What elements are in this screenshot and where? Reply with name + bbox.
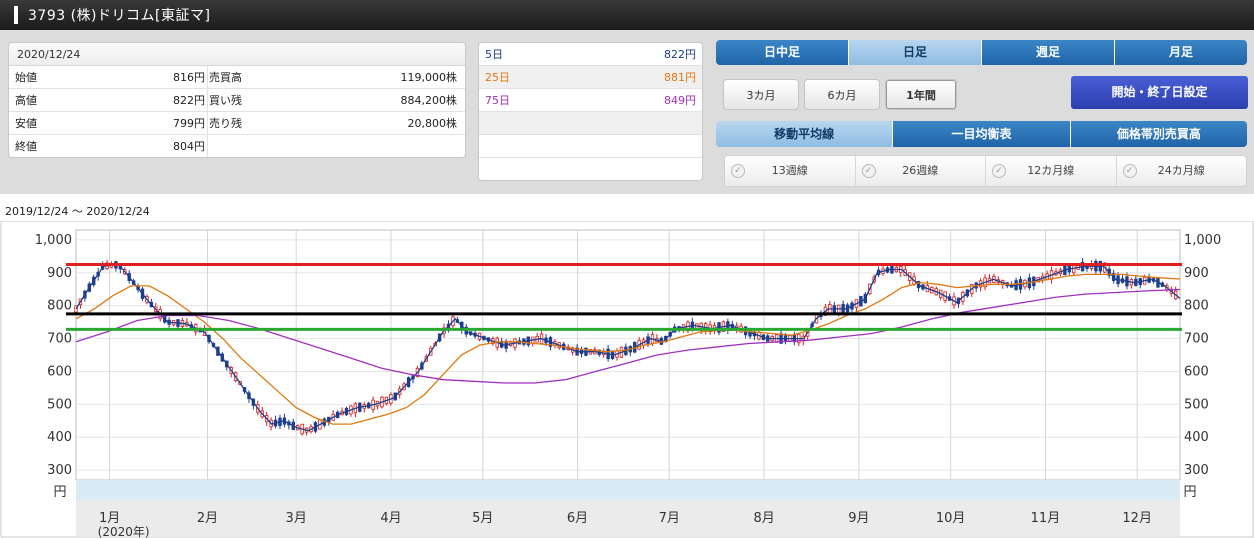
y-tick-label-left: 1,000 bbox=[35, 233, 72, 248]
month-label: 8月 bbox=[753, 511, 774, 526]
quote-label: 終値 bbox=[15, 140, 37, 153]
ma-row-5: 5日 822円 bbox=[479, 43, 702, 66]
quote-value: 816円 bbox=[173, 71, 205, 84]
month-label: 7月 bbox=[659, 511, 680, 526]
quote-value: 799円 bbox=[173, 117, 205, 130]
month-label: 5月 bbox=[472, 511, 493, 526]
y-tick-label-left: 300 bbox=[47, 463, 72, 478]
long-term-line-options: ✓ 13週線 ✓ 26週線 ✓ 12カ月線 ✓ 24カ月線 bbox=[724, 155, 1247, 187]
tab-monthly[interactable]: 月足 bbox=[1115, 40, 1247, 65]
month-label: 11月 bbox=[1031, 511, 1061, 526]
checkbox-24-month-line[interactable]: ✓ 24カ月線 bbox=[1117, 156, 1247, 186]
tab-moving-average[interactable]: 移動平均線 bbox=[716, 121, 894, 147]
ma-label: 25日 bbox=[485, 71, 510, 84]
tab-weekly[interactable]: 週足 bbox=[982, 40, 1115, 65]
ma-value: 822円 bbox=[664, 48, 696, 61]
chart-date-range: 2019/12/24 ～ 2020/12/24 bbox=[5, 205, 150, 218]
ma-row-empty bbox=[479, 135, 702, 158]
quote-label: 売り残 bbox=[209, 117, 242, 130]
month-label: 6月 bbox=[567, 511, 588, 526]
check-icon: ✓ bbox=[861, 164, 876, 178]
checkbox-label: 12カ月線 bbox=[1027, 164, 1075, 177]
unit-label-left: 円 bbox=[53, 485, 66, 500]
year-label: (2020年) bbox=[98, 525, 150, 538]
tab-daily[interactable]: 日足 bbox=[849, 40, 982, 65]
month-label: 12月 bbox=[1122, 511, 1152, 526]
check-icon: ✓ bbox=[731, 164, 745, 178]
month-label: 9月 bbox=[848, 511, 869, 526]
y-tick-label-left: 700 bbox=[47, 332, 72, 347]
y-tick-label-right: 700 bbox=[1184, 332, 1209, 347]
checkbox-label: 13週線 bbox=[771, 164, 808, 177]
quote-label: 始値 bbox=[15, 71, 37, 84]
range-1-year-button[interactable]: 1年間 bbox=[885, 79, 957, 110]
y-tick-label-left: 600 bbox=[47, 364, 72, 379]
month-label: 4月 bbox=[380, 511, 401, 526]
quote-value: 822円 bbox=[173, 94, 205, 107]
checkbox-26-week-line[interactable]: ✓ 26週線 bbox=[856, 156, 986, 186]
ma-value: 849円 bbox=[664, 94, 696, 107]
date-range-setting-button[interactable]: 開始・終了日設定 bbox=[1071, 76, 1248, 109]
y-tick-label-right: 500 bbox=[1184, 397, 1209, 412]
month-label: 3月 bbox=[286, 511, 307, 526]
quote-row-low: 安値 799円 売り残 20,800株 bbox=[9, 112, 465, 135]
check-icon: ✓ bbox=[992, 164, 1006, 178]
y-tick-label-right: 800 bbox=[1184, 299, 1209, 314]
indicator-tabs: 移動平均線 一目均衡表 価格帯別売買高 bbox=[716, 121, 1247, 147]
quote-label: 買い残 bbox=[209, 94, 242, 107]
check-icon: ✓ bbox=[1122, 164, 1137, 178]
y-tick-label-right: 400 bbox=[1184, 430, 1209, 445]
price-chart: 1,000 1,000 900 900 800 800 700 700 600 600 500 500… bbox=[0, 221, 1254, 538]
y-tick-label-left: 800 bbox=[47, 299, 72, 314]
y-tick-label-right: 600 bbox=[1184, 364, 1209, 379]
title-accent-bar bbox=[14, 6, 18, 24]
ma-row-empty bbox=[479, 112, 702, 135]
y-tick-label-left: 500 bbox=[47, 397, 72, 412]
quote-panel: 2020/12/24 始値 816円 売買高 119,000株 高値 822円 … bbox=[8, 42, 466, 158]
quote-row-open: 始値 816円 売買高 119,000株 bbox=[9, 66, 465, 89]
quote-label: 売買高 bbox=[209, 71, 242, 84]
y-tick-label-left: 900 bbox=[47, 266, 72, 281]
quote-date: 2020/12/24 bbox=[9, 43, 465, 66]
tab-ichimoku[interactable]: 一目均衡表 bbox=[893, 121, 1071, 147]
unit-label-right: 円 bbox=[1183, 485, 1196, 500]
range-3-months-button[interactable]: 3カ月 bbox=[723, 79, 799, 110]
month-label: 1月 bbox=[99, 511, 120, 526]
checkbox-label: 26週線 bbox=[902, 164, 939, 177]
ma-row-25: 25日 881円 bbox=[479, 66, 702, 89]
quote-value: 884,200株 bbox=[400, 94, 458, 107]
checkbox-label: 24カ月線 bbox=[1157, 164, 1205, 177]
quote-value: 20,800株 bbox=[407, 117, 458, 130]
ma-label: 75日 bbox=[485, 94, 510, 107]
title-bar: 3793 (株)ドリコム[東証マ] bbox=[0, 0, 1254, 30]
y-tick-label-right: 900 bbox=[1184, 266, 1209, 281]
month-axis-band bbox=[76, 500, 1180, 537]
tab-volume-by-price[interactable]: 価格帯別売買高 bbox=[1070, 121, 1247, 147]
plot-area bbox=[75, 229, 1181, 481]
checkbox-12-month-line[interactable]: ✓ 12カ月線 bbox=[986, 156, 1117, 186]
month-label: 10月 bbox=[936, 511, 966, 526]
quote-value: 804円 bbox=[173, 140, 205, 153]
ma-row-75: 75日 849円 bbox=[479, 89, 702, 112]
quote-label: 高値 bbox=[15, 94, 37, 107]
range-6-months-button[interactable]: 6カ月 bbox=[804, 79, 880, 110]
ma-value: 881円 bbox=[664, 71, 696, 84]
month-label: 2月 bbox=[197, 511, 218, 526]
tab-intraday[interactable]: 日中足 bbox=[716, 40, 849, 65]
y-tick-label-right: 300 bbox=[1184, 463, 1209, 478]
quote-row-high: 高値 822円 買い残 884,200株 bbox=[9, 89, 465, 112]
volume-strip bbox=[76, 480, 1180, 500]
moving-average-panel: 5日 822円 25日 881円 75日 849円 bbox=[478, 42, 703, 181]
quote-row-close: 終値 804円 bbox=[9, 135, 465, 157]
quote-label: 安値 bbox=[15, 117, 37, 130]
quote-value: 119,000株 bbox=[400, 71, 458, 84]
y-tick-label-right: 1,000 bbox=[1184, 233, 1221, 248]
checkbox-13-week-line[interactable]: ✓ 13週線 bbox=[725, 156, 856, 186]
stock-title: 3793 (株)ドリコム[東証マ] bbox=[28, 8, 211, 24]
ma-label: 5日 bbox=[485, 48, 503, 61]
period-tabs: 日中足 日足 週足 月足 bbox=[716, 40, 1247, 65]
y-tick-label-left: 400 bbox=[47, 430, 72, 445]
